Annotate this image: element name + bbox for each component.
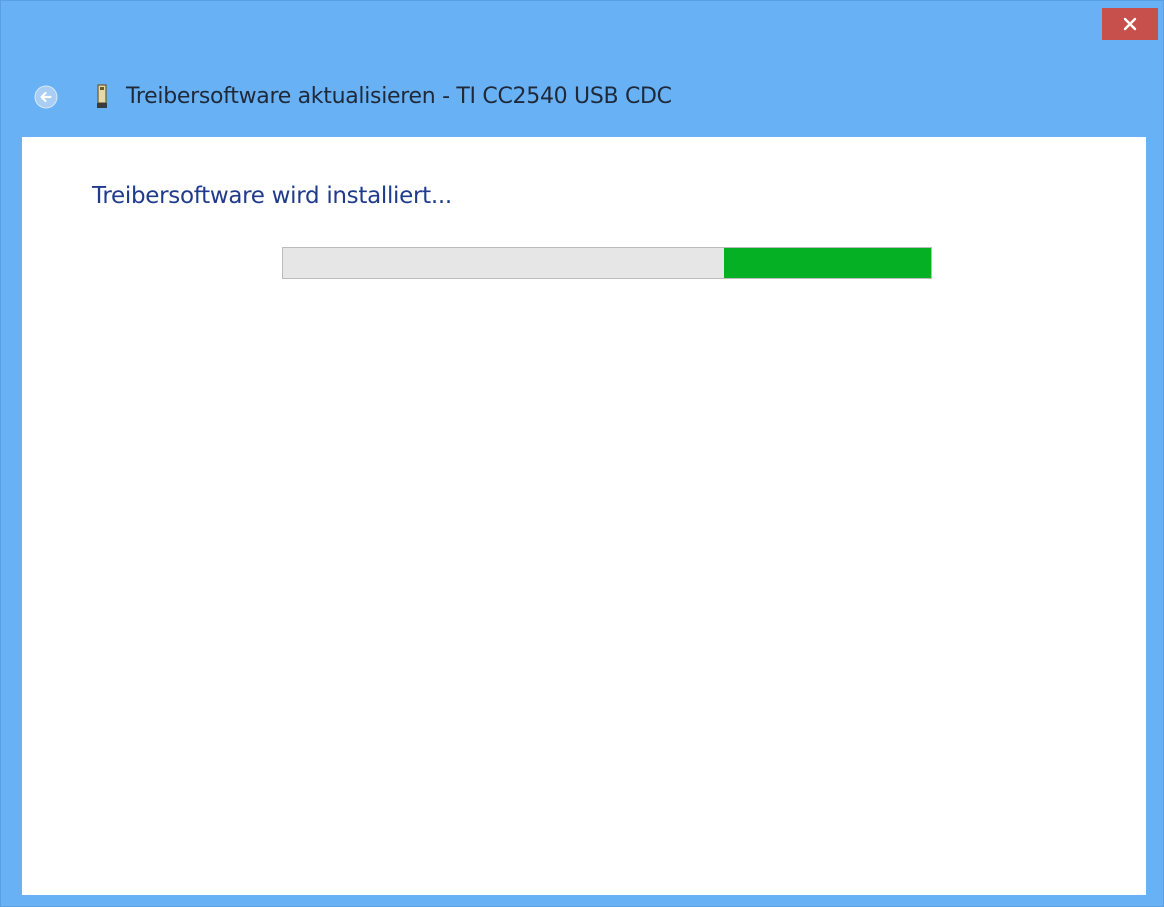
usb-device-icon xyxy=(94,83,110,111)
content-panel: Treibersoftware wird installiert... xyxy=(22,137,1146,895)
progress-bar-fill xyxy=(723,248,931,278)
installation-status-heading: Treibersoftware wird installiert... xyxy=(92,183,452,209)
title-bar-header: Treibersoftware aktualisieren - TI CC254… xyxy=(1,73,1101,121)
close-icon xyxy=(1123,17,1137,31)
back-button[interactable] xyxy=(34,85,58,109)
close-button[interactable] xyxy=(1102,8,1158,40)
window-title: Treibersoftware aktualisieren - TI CC254… xyxy=(126,84,672,109)
progress-bar xyxy=(282,247,932,279)
back-arrow-icon xyxy=(34,85,58,109)
dialog-window: Treibersoftware aktualisieren - TI CC254… xyxy=(0,0,1164,907)
